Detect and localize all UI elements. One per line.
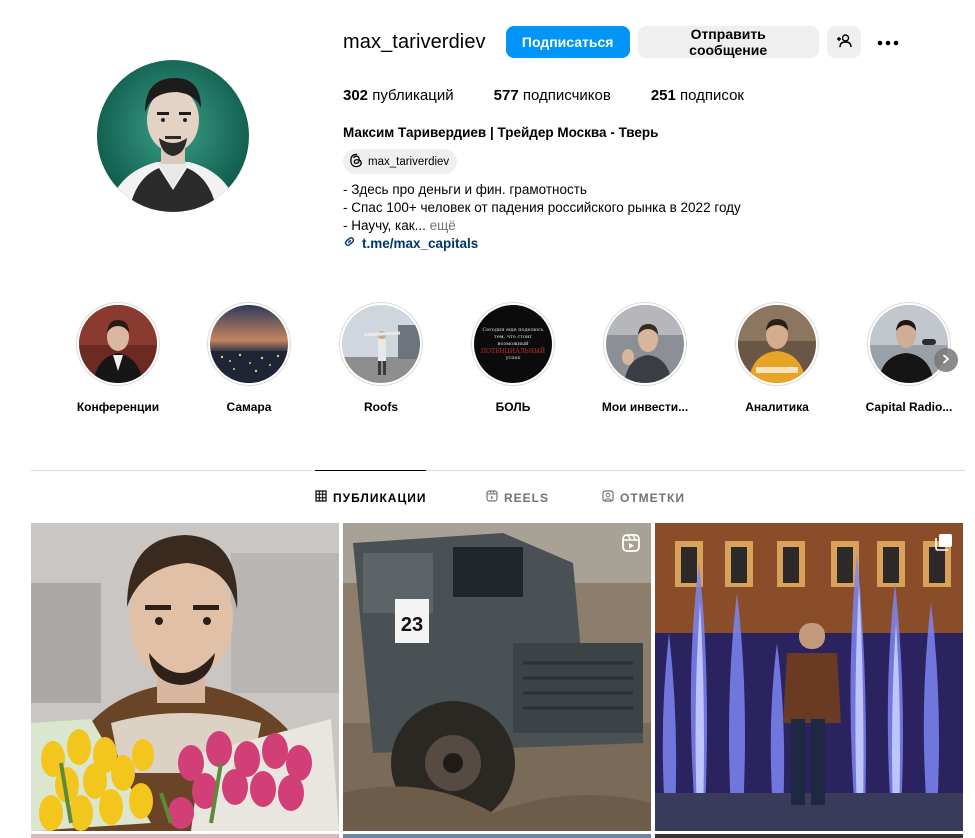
followers-count: 577 <box>493 87 519 104</box>
highlight-cover <box>342 305 420 383</box>
full-name: Максим Таривердиев | Трейдер Москва - Тв… <box>343 125 659 140</box>
story-highlights: Конференции Самара Roofs Сегодня еще под… <box>0 302 975 422</box>
highlight-ring <box>339 302 423 386</box>
bio-line: - Здесь про деньги и фин. грамотность <box>343 182 587 197</box>
highlight-cover <box>606 305 684 383</box>
link-icon <box>343 235 362 251</box>
bio-line: - Научу, как... <box>343 218 426 233</box>
post-tile-partial[interactable] <box>343 834 651 838</box>
followers-label: подписчиков <box>522 87 611 104</box>
reel-icon <box>621 533 641 553</box>
highlight-ring <box>603 302 687 386</box>
external-link[interactable]: t.me/max_capitals <box>343 235 478 251</box>
post-tile[interactable] <box>31 523 339 831</box>
tabs-divider <box>31 470 965 471</box>
highlight-cover: Сегодня еще поделюсь тем, что стоит возм… <box>474 305 552 383</box>
suggest-users-button[interactable] <box>826 26 861 58</box>
threads-icon <box>349 153 368 171</box>
highlight-ring <box>76 302 160 386</box>
cover-text: Сегодня еще поделюсь <box>482 326 544 333</box>
profile-avatar[interactable] <box>97 60 249 212</box>
threads-link[interactable]: max_tariverdiev <box>343 149 458 174</box>
following-stat[interactable]: 251 подписок <box>651 87 744 104</box>
message-button[interactable]: Отправить сообщение <box>637 26 819 58</box>
follow-button[interactable]: Подписаться <box>505 26 630 58</box>
highlight-ring <box>735 302 819 386</box>
followers-stat[interactable]: 577 подписчиков <box>494 87 611 104</box>
active-tab-indicator <box>315 470 426 471</box>
bio-more-link[interactable]: ещё <box>430 218 456 233</box>
highlight-label: Capital Radio... <box>865 400 953 414</box>
following-count: 251 <box>650 87 676 104</box>
highlight-ring: Сегодня еще поделюсь тем, что стоит возм… <box>471 302 555 386</box>
add-person-icon <box>836 33 852 52</box>
post-tile-partial[interactable] <box>31 834 339 838</box>
highlight-item[interactable]: Аналитика <box>727 302 827 414</box>
highlight-item[interactable]: Самара <box>199 302 299 414</box>
cover-text: успех <box>505 354 521 361</box>
tab-posts[interactable]: ПУБЛИКАЦИИ <box>315 490 426 505</box>
highlight-cover <box>79 305 157 383</box>
post-image: 23 <box>343 523 651 831</box>
reels-icon <box>486 490 504 505</box>
highlight-label: Мои инвести... <box>601 400 689 414</box>
highlight-label: Roofs <box>364 400 398 414</box>
tab-reels[interactable]: REELS <box>486 490 549 505</box>
following-label: подписок <box>680 87 744 104</box>
tab-tagged[interactable]: ОТМЕТКИ <box>602 490 685 505</box>
highlight-item[interactable]: Конференции <box>68 302 168 414</box>
cover-text: ПОТЕНЦИАЛЬНЫЙ <box>480 347 546 355</box>
highlight-label: БОЛЬ <box>495 400 531 414</box>
highlight-ring <box>207 302 291 386</box>
highlight-label: Конференции <box>76 400 160 414</box>
post-image <box>31 523 339 831</box>
grid-icon <box>315 490 333 505</box>
posts-stat: 302 публикаций <box>343 87 454 104</box>
chevron-right-icon <box>941 351 951 369</box>
bio-line: - Спас 100+ человек от падения российско… <box>343 200 741 215</box>
post-tile[interactable]: 23 <box>343 523 651 831</box>
username: max_tariverdiev <box>343 30 486 53</box>
posts-label: публикаций <box>372 87 454 104</box>
post-tile-partial[interactable] <box>655 834 963 838</box>
external-link-text: t.me/max_capitals <box>362 235 479 251</box>
carousel-icon <box>935 533 953 551</box>
highlight-cover <box>738 305 816 383</box>
tab-label: REELS <box>504 490 550 505</box>
bio: - Здесь про деньги и фин. грамотность - … <box>343 181 741 235</box>
truck-number: 23 <box>401 614 423 636</box>
profile-stats: 302 публикаций 577 подписчиков 251 подпи… <box>343 87 784 104</box>
highlight-item[interactable]: Roofs <box>331 302 431 414</box>
tagged-icon <box>602 490 620 505</box>
post-image <box>655 523 963 831</box>
profile-header-row: max_tariverdiev Подписаться Отправить со… <box>343 26 903 58</box>
posts-count: 302 <box>343 87 369 104</box>
cover-text: возможный <box>497 340 529 347</box>
highlight-label: Самара <box>226 400 272 414</box>
tab-label: ПУБЛИКАЦИИ <box>333 490 427 505</box>
threads-handle: max_tariverdiev <box>368 155 450 168</box>
more-options-button[interactable] <box>873 26 903 58</box>
tab-label: ОТМЕТКИ <box>620 490 685 505</box>
highlight-item[interactable]: Мои инвести... <box>595 302 695 414</box>
more-dots-icon <box>877 33 899 51</box>
highlight-cover <box>870 305 948 383</box>
highlight-cover <box>210 305 288 383</box>
bio-line-last: - Научу, как... ещё <box>343 217 741 235</box>
post-tile[interactable] <box>655 523 963 831</box>
highlights-next-button[interactable] <box>934 348 958 372</box>
cover-text: тем, что стоит <box>493 333 533 340</box>
highlight-item[interactable]: Сегодня еще поделюсь тем, что стоит возм… <box>463 302 563 414</box>
highlight-ring <box>867 302 951 386</box>
highlight-label: Аналитика <box>745 400 809 414</box>
